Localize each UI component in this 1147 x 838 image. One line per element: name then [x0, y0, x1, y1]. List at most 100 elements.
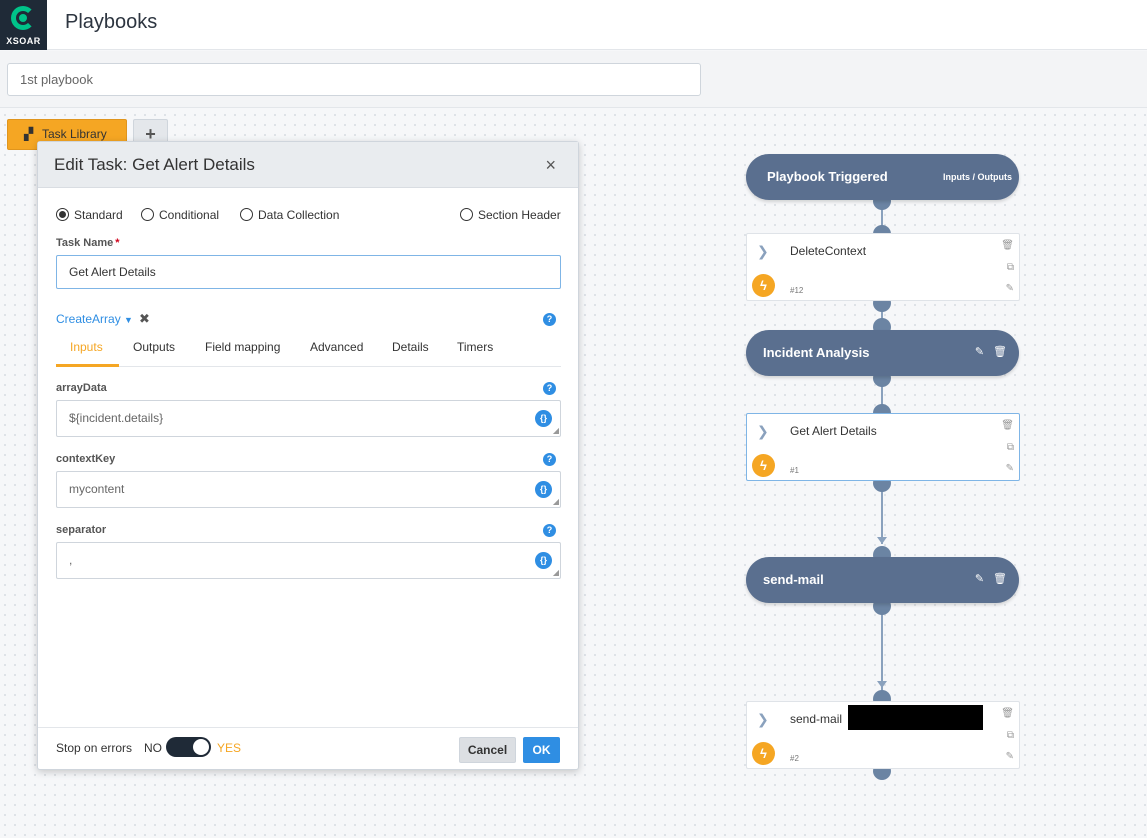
copy-icon[interactable]: ⧉ — [1007, 262, 1014, 273]
code-braces-icon[interactable]: {} — [535, 481, 552, 498]
edit-icon[interactable]: ✎ — [975, 346, 984, 358]
inputs-outputs-link[interactable]: Inputs / Outputs — [943, 172, 1012, 182]
active-tab-indicator — [56, 364, 119, 367]
section-actions: ✎ 🗑 — [966, 572, 1007, 585]
top-bar: XSOAR Playbooks — [0, 0, 1147, 50]
tab-field-mapping[interactable]: Field mapping — [205, 340, 280, 354]
task-node-get-alert-details[interactable]: ❯ Get Alert Details ϟ #1 🗑 ⧉ ✎ — [746, 413, 1020, 481]
task-name: send-mail — [790, 712, 843, 726]
arraydata-value: ${incident.details} — [69, 411, 164, 425]
radio-standard[interactable]: Standard — [56, 208, 123, 222]
arrow-down-icon — [877, 681, 887, 688]
resize-handle-icon[interactable]: ◢ — [553, 497, 559, 506]
separator-input[interactable]: , {} ◢ — [56, 542, 561, 579]
task-name: DeleteContext — [790, 244, 867, 258]
playbook-name-bar: 1st playbook — [0, 51, 1147, 108]
section-node-send-mail[interactable]: send-mail ✎ 🗑 — [746, 557, 1019, 603]
contextkey-input[interactable]: mycontent {} ◢ — [56, 471, 561, 508]
playbook-triggered-node[interactable]: Playbook Triggered Inputs / Outputs — [746, 154, 1019, 200]
separator-value: , — [69, 553, 73, 567]
code-braces-icon[interactable]: {} — [535, 552, 552, 569]
close-icon[interactable]: × — [545, 155, 556, 176]
xsoar-logo[interactable]: XSOAR — [0, 0, 47, 50]
arrow-down-icon — [877, 537, 887, 544]
arraydata-input[interactable]: ${incident.details} {} ◢ — [56, 400, 561, 437]
ok-button[interactable]: OK — [523, 737, 560, 763]
tab-timers[interactable]: Timers — [457, 340, 493, 354]
trash-icon[interactable]: 🗑 — [993, 346, 1007, 358]
radio-section-header[interactable]: Section Header — [460, 208, 561, 222]
stop-on-errors-label: Stop on errors — [56, 741, 133, 755]
task-name-input[interactable]: Get Alert Details — [56, 255, 561, 289]
stop-on-errors-toggle[interactable] — [166, 737, 211, 757]
tab-details[interactable]: Details — [392, 340, 429, 354]
radio-conditional[interactable]: Conditional — [141, 208, 219, 222]
chevron-right-icon: ❯ — [757, 243, 769, 259]
section-node-incident-analysis[interactable]: Incident Analysis ✎ 🗑 — [746, 330, 1019, 376]
task-library-label: Task Library — [42, 127, 107, 141]
chevron-right-icon: ❯ — [757, 711, 769, 727]
tab-advanced[interactable]: Advanced — [310, 340, 363, 354]
script-dropdown[interactable]: CreateArray ▼ — [56, 312, 133, 326]
cancel-button[interactable]: Cancel — [459, 737, 516, 763]
resize-handle-icon[interactable]: ◢ — [553, 426, 559, 435]
tab-outputs[interactable]: Outputs — [133, 340, 175, 354]
radio-icon — [460, 208, 473, 221]
dialog-header: Edit Task: Get Alert Details × — [38, 142, 578, 188]
edit-icon[interactable]: ✎ — [1006, 463, 1014, 474]
logo-text: XSOAR — [6, 36, 41, 46]
copy-icon[interactable]: ⧉ — [1007, 730, 1014, 741]
script-name: CreateArray — [56, 312, 121, 326]
radio-data-collection[interactable]: Data Collection — [240, 208, 339, 222]
section-title: Playbook Triggered — [767, 169, 888, 184]
toggle-yes-label: YES — [217, 741, 242, 755]
required-marker: * — [115, 237, 120, 249]
trash-icon[interactable]: 🗑 — [1001, 240, 1014, 251]
trash-icon[interactable]: 🗑 — [993, 573, 1007, 585]
edit-icon[interactable]: ✎ — [1006, 751, 1014, 762]
copy-icon[interactable]: ⧉ — [1007, 442, 1014, 453]
section-actions: ✎ 🗑 — [966, 345, 1007, 358]
help-icon[interactable]: ? — [543, 524, 556, 537]
radio-label: Data Collection — [258, 208, 340, 222]
section-title: send-mail — [763, 572, 824, 587]
playbook-name-input[interactable]: 1st playbook — [7, 63, 701, 96]
tab-inputs[interactable]: Inputs — [70, 340, 103, 354]
input-label-separator: separator — [56, 524, 107, 536]
edit-icon[interactable]: ✎ — [1006, 283, 1014, 294]
lightning-icon: ϟ — [752, 742, 775, 765]
lightning-icon: ϟ — [752, 274, 775, 297]
help-icon[interactable]: ? — [543, 453, 556, 466]
help-icon[interactable]: ? — [543, 382, 556, 395]
resize-handle-icon[interactable]: ◢ — [553, 568, 559, 577]
section-title: Incident Analysis — [763, 345, 870, 360]
radio-label: Conditional — [159, 208, 220, 222]
task-name-label: Task Name * — [56, 237, 120, 249]
page-title: Playbooks — [65, 11, 158, 33]
trash-icon[interactable]: 🗑 — [1001, 420, 1014, 431]
radio-icon — [56, 208, 69, 221]
toggle-no-label: NO — [144, 741, 162, 755]
code-braces-icon[interactable]: {} — [535, 410, 552, 427]
lightning-icon: ϟ — [752, 454, 775, 477]
edit-task-dialog: Edit Task: Get Alert Details × Standard … — [37, 141, 579, 770]
edit-icon[interactable]: ✎ — [975, 573, 984, 585]
trash-icon[interactable]: 🗑 — [1001, 708, 1014, 719]
task-node-deletecontext[interactable]: ❯ DeleteContext ϟ #12 🗑 ⧉ ✎ — [746, 233, 1020, 301]
toggle-knob — [193, 739, 209, 755]
logo-icon — [11, 6, 35, 30]
task-tabs: Inputs Outputs Field mapping Advanced De… — [56, 340, 561, 367]
task-name: Get Alert Details — [790, 424, 877, 438]
task-name-label-text: Task Name — [56, 237, 114, 249]
puzzle-icon: ▞ — [24, 127, 34, 141]
radio-label: Standard — [74, 208, 123, 222]
input-label-arraydata: arrayData — [56, 382, 107, 394]
help-icon[interactable]: ? — [543, 313, 556, 326]
caret-down-icon: ▼ — [124, 315, 133, 325]
task-number: #12 — [790, 286, 804, 295]
contextkey-value: mycontent — [69, 482, 125, 496]
task-number: #2 — [790, 754, 799, 763]
remove-script-icon[interactable]: ✖ — [139, 311, 150, 327]
chevron-right-icon: ❯ — [757, 423, 769, 439]
task-number: #1 — [790, 466, 799, 475]
